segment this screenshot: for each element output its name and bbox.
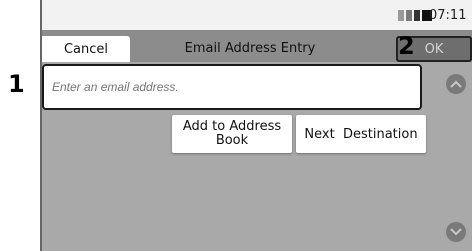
- chevron-up-icon: [450, 80, 462, 88]
- chevron-down-icon: [450, 228, 462, 236]
- callout-1: 1: [8, 70, 25, 98]
- page-title: Email Address Entry: [184, 41, 316, 56]
- label-line-2: Book: [215, 133, 249, 148]
- cancel-button[interactable]: Cancel: [42, 36, 130, 62]
- ok-button-label: OK: [424, 41, 444, 57]
- device-screen: 07:11 Cancel Email Address Entry OK Add …: [40, 0, 472, 251]
- status-bar: 07:11: [42, 0, 472, 30]
- signal-bars-icon: [398, 10, 432, 21]
- scroll-down-button[interactable]: [446, 222, 466, 242]
- clock: 07:11: [429, 8, 467, 23]
- scroll-up-button[interactable]: [446, 74, 466, 94]
- next-destination-button[interactable]: Next Destination: [296, 115, 426, 153]
- add-to-address-book-label: Add to Address Book: [183, 120, 281, 148]
- next-destination-label: Next Destination: [304, 126, 418, 142]
- cancel-button-label: Cancel: [63, 41, 109, 57]
- label-line-1: Add to Address: [182, 119, 282, 134]
- add-to-address-book-button[interactable]: Add to Address Book: [172, 115, 292, 153]
- email-address-input[interactable]: [42, 64, 422, 110]
- callout-2: 2: [398, 32, 415, 60]
